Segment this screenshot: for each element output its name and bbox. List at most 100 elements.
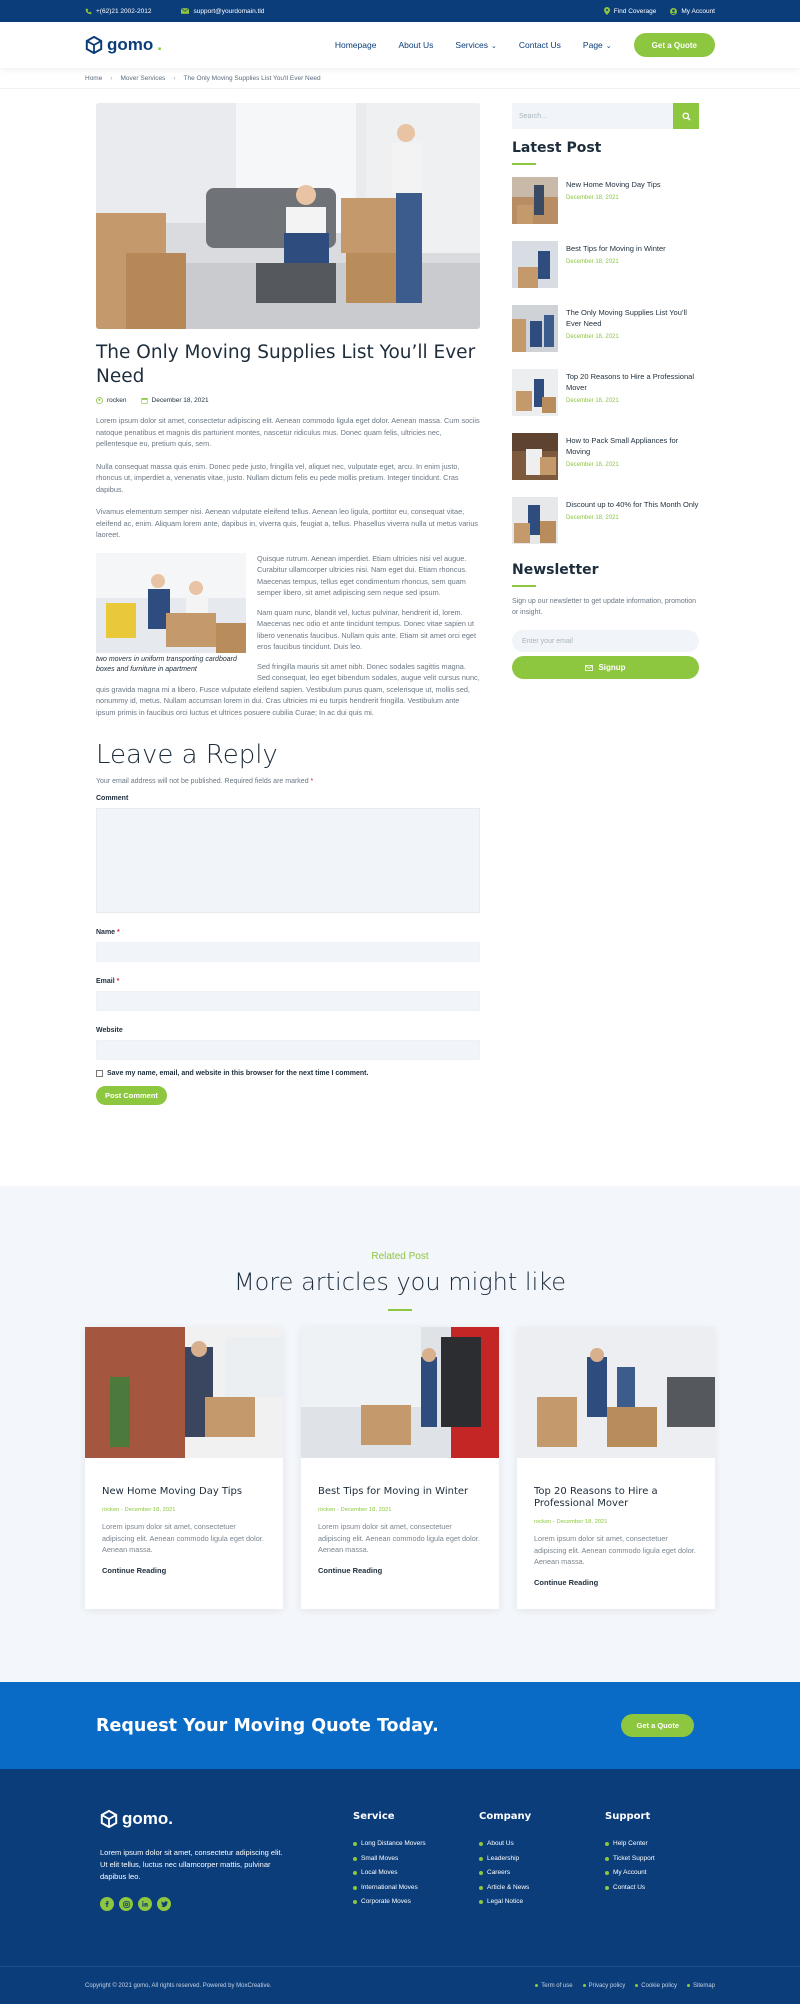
related-card[interactable]: Best Tips for Moving in Winter rocken - … [301, 1327, 499, 1609]
name-field[interactable] [96, 942, 480, 962]
find-coverage-link[interactable]: Find Coverage [603, 7, 656, 15]
footer-logo[interactable]: gomo. [100, 1809, 353, 1829]
logo-cube-icon [100, 1810, 118, 1828]
latest-post-title-text: Discount up to 40% for This Month Only [566, 500, 699, 509]
phone-link[interactable]: +(62)21 2002-2012 [85, 8, 151, 15]
facebook-icon[interactable] [100, 1897, 114, 1911]
related-card-title[interactable]: New Home Moving Day Tips [102, 1486, 266, 1498]
latest-post-title-text: How to Pack Small Appliances for Moving [566, 436, 679, 456]
social-links [100, 1897, 353, 1911]
nav-services[interactable]: Services ⌄ [455, 40, 496, 50]
email-field[interactable] [96, 991, 480, 1011]
nav-page[interactable]: Page ⌄ [583, 40, 612, 50]
save-info-checkbox[interactable] [96, 1070, 103, 1077]
breadcrumb: Home › Mover Services › The Only Moving … [0, 68, 800, 89]
footer-link[interactable]: My Account [605, 1866, 731, 1881]
latest-post-item[interactable]: New Home Moving Day Tips December 18, 202… [512, 177, 699, 224]
post-comment-button[interactable]: Post Comment [96, 1086, 167, 1105]
breadcrumb-home[interactable]: Home [85, 75, 102, 82]
nav-about-us[interactable]: About Us [398, 40, 433, 50]
latest-post-item[interactable]: Discount up to 40% for This Month Only De… [512, 497, 699, 544]
latest-post-item[interactable]: Best Tips for Moving in Winter December 1… [512, 241, 699, 288]
reply-note-text: Your email address will not be published… [96, 778, 309, 785]
latest-post-thumbnail [512, 241, 558, 288]
continue-reading-link[interactable]: Continue Reading [102, 1566, 266, 1575]
nav-contact-us[interactable]: Contact Us [519, 40, 561, 50]
footer-link-text: About Us [487, 1840, 514, 1847]
latest-post-thumbnail [512, 497, 558, 544]
email-text: support@yourdomain.tld [193, 7, 265, 15]
get-quote-button[interactable]: Get a Quote [633, 33, 715, 57]
search-box: Search... [512, 103, 699, 129]
breadcrumb-current: The Only Moving Supplies List You'll Eve… [183, 74, 321, 82]
footer-link[interactable]: Local Moves [353, 1866, 479, 1881]
main-nav: Homepage About Us Services ⌄ Contact Us P… [335, 33, 715, 57]
footer-link[interactable]: International Moves [353, 1881, 479, 1896]
footer-link[interactable]: Long Distance Movers [353, 1837, 479, 1852]
website-field[interactable] [96, 1040, 480, 1060]
footer-support-column: Support Help Center Ticket Support My Ac… [605, 1809, 731, 1966]
footer-link[interactable]: About Us [479, 1837, 605, 1852]
footer-link-text: International Moves [361, 1883, 418, 1891]
newsletter-email-input[interactable]: Enter your email [512, 630, 699, 652]
footer-link[interactable]: Small Moves [353, 1852, 479, 1867]
latest-post-item[interactable]: How to Pack Small Appliances for Moving D… [512, 433, 699, 480]
footer-link-text: Long Distance Movers [361, 1840, 426, 1847]
post-author[interactable]: rocken [96, 397, 127, 404]
legal-link-text: Cookie policy [641, 1982, 677, 1989]
comment-textarea[interactable] [96, 808, 480, 913]
post-date: December 18, 2021 [140, 397, 209, 404]
latest-post-date: December 18, 2021 [566, 195, 619, 201]
legal-link[interactable]: Privacy policy [582, 1983, 625, 1989]
related-card-title[interactable]: Top 20 Reasons to Hire a Professional Mo… [534, 1486, 698, 1510]
footer-company-list: About Us Leadership Careers Article & Ne… [479, 1837, 605, 1910]
bullet-icon [353, 1871, 357, 1876]
breadcrumb-mover-services[interactable]: Mover Services [121, 75, 166, 82]
latest-post-date: December 18, 2021 [566, 398, 619, 404]
required-mark: * [310, 778, 314, 785]
footer-company-column: Company About Us Leadership Careers Arti… [479, 1809, 605, 1966]
legal-link[interactable]: Term of use [535, 1983, 573, 1989]
site-logo[interactable]: gomo. [85, 35, 162, 55]
footer-link[interactable]: Leadership [479, 1852, 605, 1867]
related-card[interactable]: New Home Moving Day Tips rocken - Decemb… [85, 1327, 283, 1609]
instagram-icon[interactable] [119, 1897, 133, 1911]
nav-homepage[interactable]: Homepage [335, 40, 377, 50]
my-account-link[interactable]: My Account [670, 7, 715, 15]
title-underline [512, 585, 536, 587]
signup-button[interactable]: Signup [512, 656, 699, 679]
legal-link[interactable]: Cookie policy [635, 1983, 677, 1989]
linkedin-icon[interactable] [138, 1897, 152, 1911]
footer-link[interactable]: Contact Us [605, 1881, 731, 1896]
footer-link-text: Legal Notice [487, 1898, 524, 1905]
footer-link[interactable]: Help Center [605, 1837, 731, 1852]
footer-link[interactable]: Ticket Support [605, 1852, 731, 1867]
footer-link[interactable]: Careers [479, 1866, 605, 1881]
continue-reading-link[interactable]: Continue Reading [318, 1566, 482, 1575]
title-underline [512, 163, 536, 165]
footer-link-text: Ticket Support [613, 1854, 655, 1862]
required-mark: * [117, 929, 120, 936]
chevron-down-icon: ⌄ [605, 43, 612, 50]
user-icon [670, 7, 678, 15]
latest-post-item[interactable]: Top 20 Reasons to Hire a Professional Mo… [512, 369, 699, 416]
chevron-right-icon: › [173, 74, 176, 82]
bullet-icon [605, 1885, 609, 1890]
email-link[interactable]: support@yourdomain.tld [181, 8, 264, 15]
twitter-icon[interactable] [157, 1897, 171, 1911]
post-figure-section: two movers in uniform transporting cardb… [96, 552, 480, 727]
footer-link[interactable]: Corporate Moves [353, 1895, 479, 1910]
search-input[interactable]: Search... [512, 103, 673, 129]
related-card[interactable]: Top 20 Reasons to Hire a Professional Mo… [517, 1327, 715, 1609]
related-card-title[interactable]: Best Tips for Moving in Winter [318, 1486, 482, 1498]
search-icon [681, 111, 691, 121]
footer-link[interactable]: Article & News [479, 1881, 605, 1896]
legal-link[interactable]: Sitemap [686, 1983, 715, 1989]
footer-support-list: Help Center Ticket Support My Account Co… [605, 1837, 731, 1895]
search-button[interactable] [673, 103, 699, 129]
bullet-icon [535, 1984, 539, 1987]
latest-post-item[interactable]: The Only Moving Supplies List You’ll Eve… [512, 305, 699, 352]
cta-get-quote-button[interactable]: Get a Quote [621, 1714, 694, 1737]
continue-reading-link[interactable]: Continue Reading [534, 1578, 698, 1587]
footer-link[interactable]: Legal Notice [479, 1895, 605, 1910]
